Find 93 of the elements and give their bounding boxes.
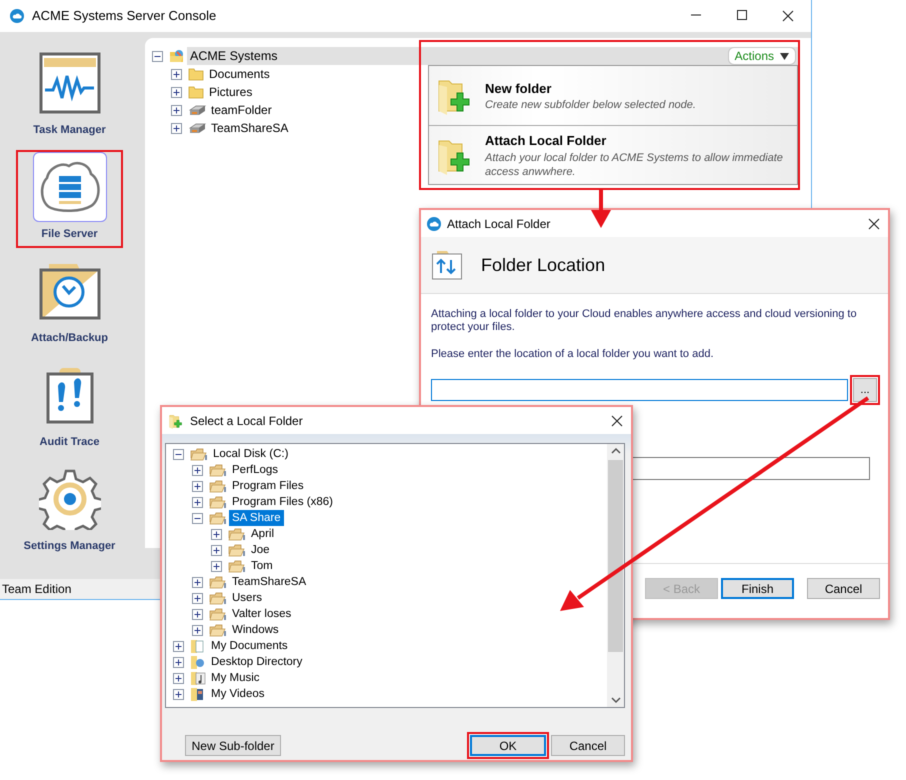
prompt-text: Please enter the location of a local folder you want to add. [431, 348, 715, 361]
dialog-button[interactable]: Cancel [807, 578, 880, 599]
tree-node[interactable]: TeamShareSA [208, 120, 292, 136]
close-icon[interactable] [611, 415, 623, 428]
caret-icon [780, 52, 789, 60]
tree-node[interactable]: April [248, 526, 278, 542]
expand-toggle[interactable] [152, 50, 163, 62]
open-folder-icon [209, 510, 227, 526]
tree-node[interactable]: Documents [206, 66, 273, 82]
expand-toggle[interactable] [192, 592, 203, 604]
folder-music-icon [190, 670, 206, 686]
tree-node[interactable]: Desktop Directory [208, 654, 306, 670]
folder-transfer-icon [431, 249, 463, 281]
folder-plus-icon [168, 412, 184, 428]
tree-node[interactable]: Program Files (x86) [229, 494, 336, 510]
tree-node[interactable]: Windows [229, 622, 282, 638]
folder-path-field[interactable] [431, 379, 848, 401]
tree-node[interactable]: My Videos [208, 686, 268, 702]
dialog-button[interactable]: New Sub-folder [185, 735, 281, 756]
action-item[interactable]: New folder Create new subfolder below selected node. [429, 66, 797, 124]
expand-toggle[interactable] [192, 512, 203, 524]
intro-text: Attaching a local folder to your Cloud enables anywhere access and cloud versioning to protect your files. [431, 308, 858, 334]
open-folder-icon [228, 542, 246, 558]
tree-node[interactable]: Local Disk (C:) [210, 446, 292, 462]
open-folder-icon [228, 558, 246, 574]
open-folder-icon [209, 478, 227, 494]
expand-toggle[interactable] [173, 688, 184, 700]
expand-toggle[interactable] [192, 576, 203, 588]
expand-toggle[interactable] [173, 672, 184, 684]
tree-node[interactable]: Tom [248, 558, 276, 574]
folder-icon [188, 84, 204, 100]
footprints-icon [46, 366, 94, 424]
open-folder-icon [209, 606, 227, 622]
open-folder-icon [228, 526, 246, 542]
tree-node[interactable]: My Documents [208, 638, 291, 654]
folder-document-icon [190, 638, 206, 654]
expand-toggle[interactable] [171, 104, 182, 116]
dialog-title: Attach Local Folder [447, 216, 550, 232]
tree-node[interactable]: Valter loses [229, 606, 294, 622]
dialog-button[interactable]: OK [470, 735, 546, 756]
tree-node[interactable]: teamFolder [208, 102, 275, 118]
expand-toggle[interactable] [192, 608, 203, 620]
tree-node[interactable]: Pictures [206, 84, 256, 100]
sidebar-item[interactable]: File Server [16, 150, 123, 248]
expand-toggle[interactable] [211, 528, 222, 540]
tree-node[interactable]: SA Share [229, 510, 284, 526]
sidebar-item[interactable]: Audit Trace [16, 358, 123, 456]
sidebar-item[interactable]: Settings Manager [16, 462, 123, 560]
open-folder-icon [209, 494, 227, 510]
scroll-thumb[interactable] [608, 460, 623, 652]
expand-toggle[interactable] [192, 496, 203, 508]
sidebar-item[interactable]: Attach/Backup [16, 254, 123, 352]
expand-toggle[interactable] [211, 560, 222, 572]
browse-button[interactable]: ... [853, 378, 877, 402]
tree-node[interactable]: Joe [248, 542, 273, 558]
open-folder-icon [190, 446, 208, 462]
actions-dropdown[interactable]: Actions [728, 47, 796, 65]
expand-toggle[interactable] [171, 122, 182, 134]
tree-node[interactable]: Program Files [229, 478, 307, 494]
tree-node[interactable]: PerfLogs [229, 462, 282, 478]
cloud-icon [427, 216, 441, 230]
expand-toggle[interactable] [171, 68, 182, 80]
waveform-monitor-icon [38, 52, 100, 114]
expand-toggle[interactable] [171, 86, 182, 98]
dialog-button[interactable]: Finish [721, 578, 794, 599]
open-folder-icon [209, 590, 227, 606]
tree-node[interactable]: My Music [208, 670, 263, 686]
expand-toggle[interactable] [192, 624, 203, 636]
open-folder-icon [209, 622, 227, 638]
cloud-icon [10, 9, 24, 23]
window-title: ACME Systems Server Console [32, 7, 216, 26]
close-icon[interactable] [782, 10, 794, 22]
folder-globe-icon [169, 48, 185, 64]
expand-toggle[interactable] [173, 656, 184, 668]
close-icon[interactable] [868, 218, 880, 230]
dialog-heading: Folder Location [481, 254, 606, 276]
expand-toggle[interactable] [173, 448, 184, 460]
expand-toggle[interactable] [173, 640, 184, 652]
expand-toggle[interactable] [192, 480, 203, 492]
open-folder-icon [209, 574, 227, 590]
folder-film-icon [190, 686, 206, 702]
expand-toggle[interactable] [192, 464, 203, 476]
folder-globe-icon [190, 654, 206, 670]
action-item[interactable]: Attach Local Folder Attach your local folder to ACME Systems to allow immediate access anwwhere. [429, 124, 797, 184]
tree-node[interactable]: ACME Systems [187, 47, 419, 65]
expand-toggle[interactable] [211, 544, 222, 556]
open-folder-icon [209, 462, 227, 478]
maximize-icon[interactable] [737, 10, 747, 20]
sidebar-item[interactable]: Task Manager [16, 46, 123, 144]
scrollbar[interactable] [607, 444, 624, 707]
dialog-title: Select a Local Folder [190, 412, 303, 430]
dialog-button[interactable]: Cancel [551, 735, 625, 756]
gear-icon [38, 468, 100, 530]
